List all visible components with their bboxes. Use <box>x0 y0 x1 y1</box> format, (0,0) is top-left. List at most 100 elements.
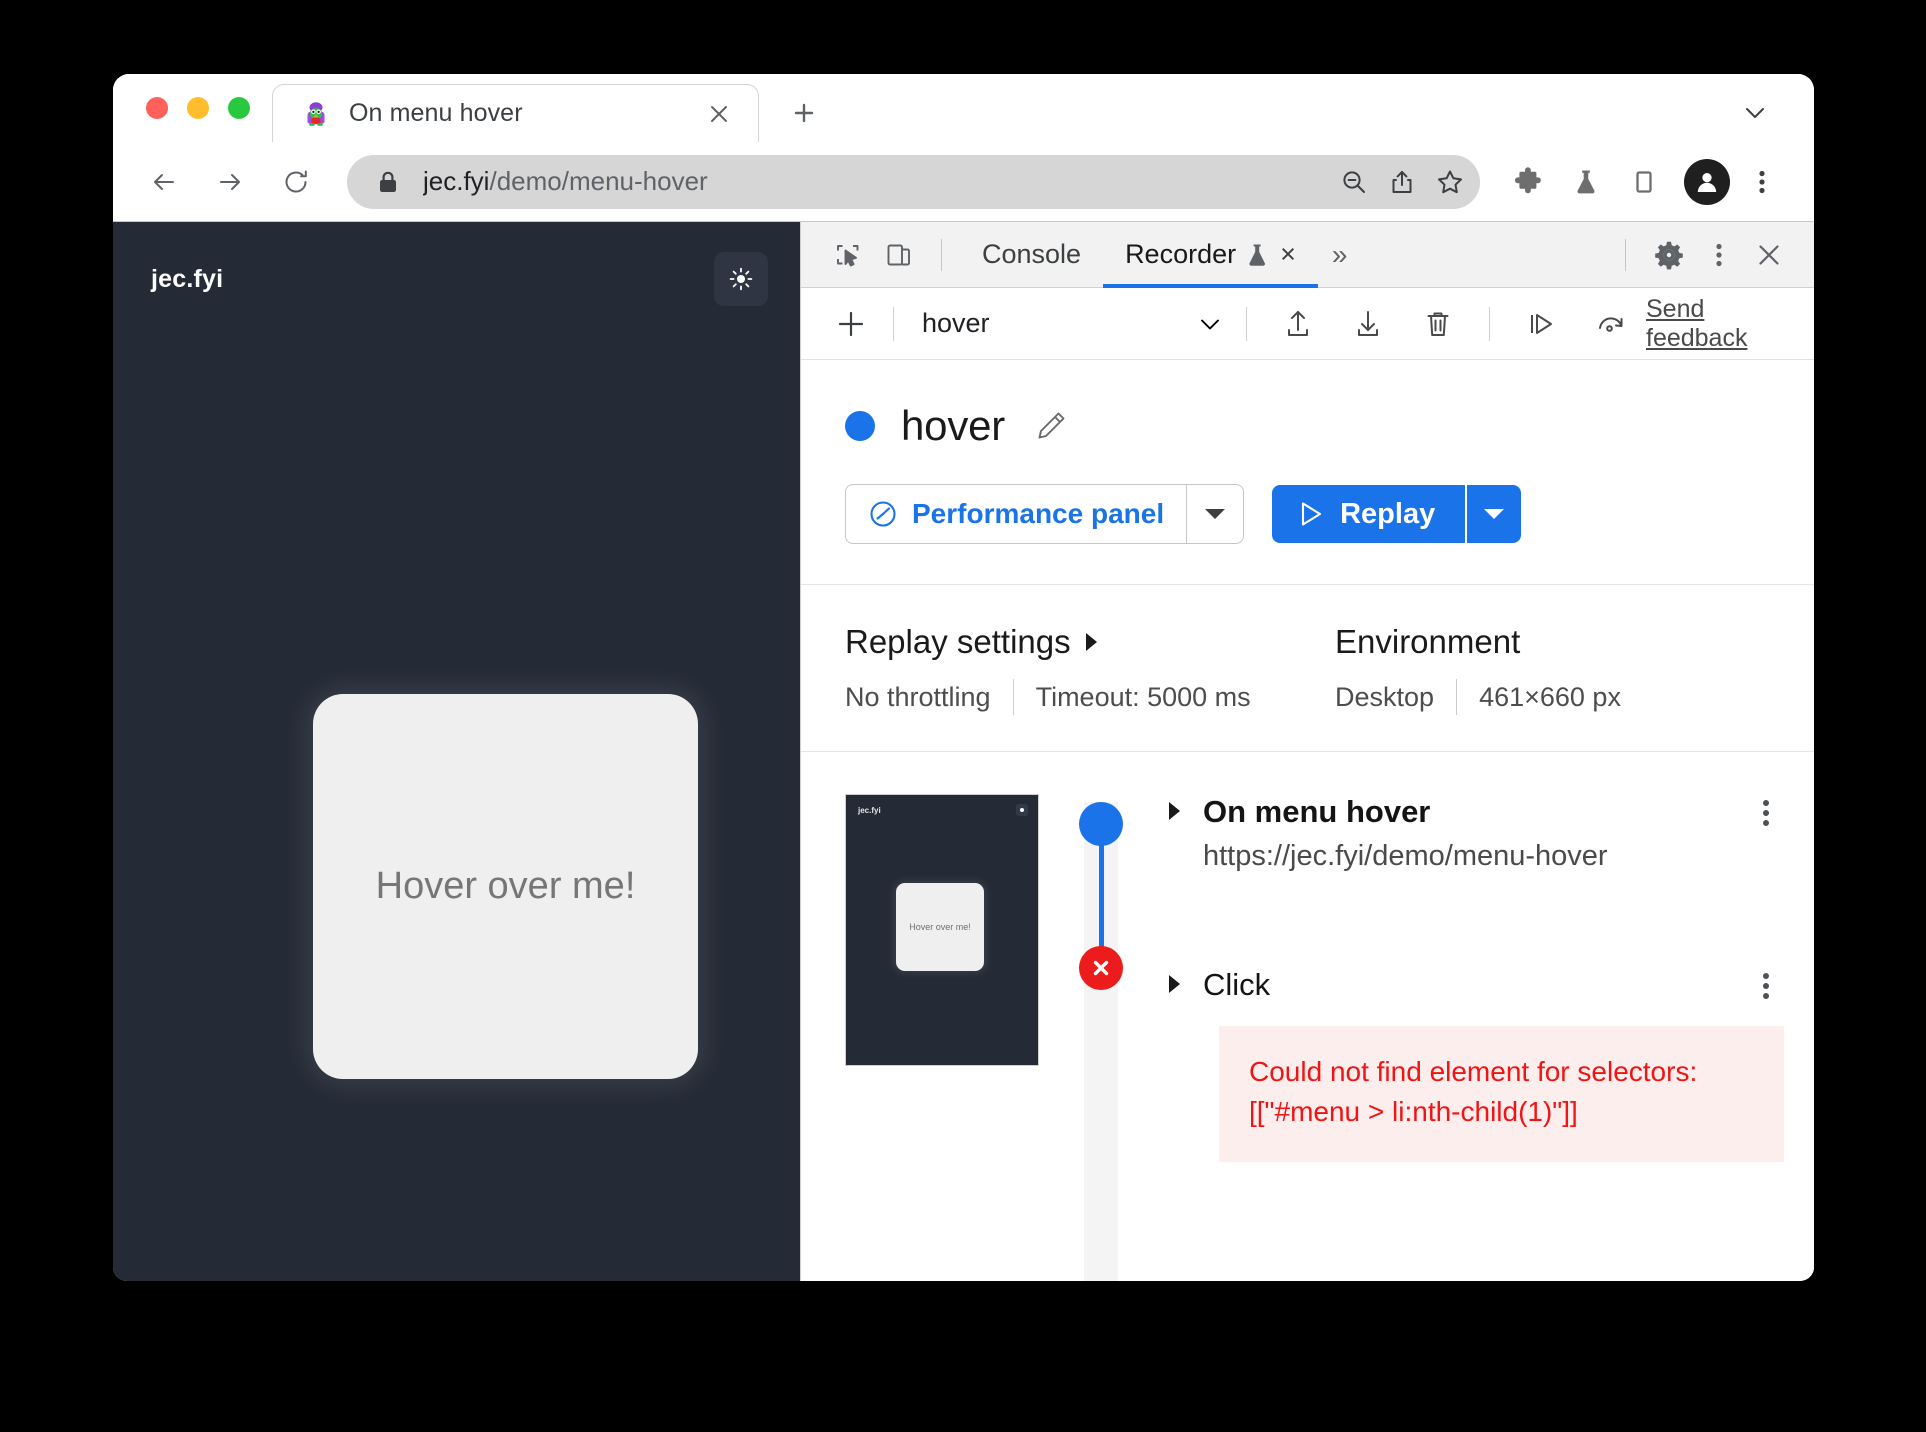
zoom-out-icon[interactable] <box>1330 158 1378 206</box>
more-tabs-icon[interactable]: » <box>1318 239 1362 271</box>
flask-icon <box>1246 242 1268 268</box>
performance-panel-button[interactable]: Performance panel <box>845 484 1245 544</box>
chevron-down-icon[interactable] <box>1467 485 1522 543</box>
caret-right-icon <box>1083 631 1099 653</box>
screenshot-root: On menu hover jec.fyi/demo/menu-hover je… <box>0 0 1926 1432</box>
hover-target-card[interactable]: Hover over me! <box>313 694 698 1079</box>
environment-device: Desktop <box>1335 681 1435 712</box>
window-minimize-button[interactable] <box>187 97 209 119</box>
delete-trash-icon[interactable] <box>1411 297 1465 351</box>
browser-toolbar: jec.fyi/demo/menu-hover <box>113 142 1814 222</box>
hover-card-label: Hover over me! <box>375 865 636 907</box>
replay-button[interactable]: Replay <box>1272 485 1522 543</box>
step-replay-icon[interactable] <box>1514 297 1568 351</box>
timeout-value: Timeout: 5000 ms <box>1035 681 1251 712</box>
caret-right-icon[interactable] <box>1159 794 1189 822</box>
step-marker-start[interactable] <box>1079 802 1123 846</box>
performance-gauge-icon <box>868 499 898 529</box>
side-panel-icon[interactable] <box>1618 156 1670 208</box>
settings-strip: Replay settings No throttling Timeout: 5… <box>801 585 1814 752</box>
content-split: jec.fyi Hover over me! Console Recorder … <box>113 222 1814 1281</box>
chevron-down-icon <box>1196 310 1224 338</box>
step-body: Click <box>1189 967 1748 1003</box>
kebab-icon[interactable] <box>1748 794 1784 828</box>
tab-recorder[interactable]: Recorder × <box>1103 222 1318 288</box>
new-tab-button[interactable] <box>775 84 833 142</box>
steps-rail <box>1071 794 1131 1281</box>
bookmark-star-icon[interactable] <box>1426 158 1474 206</box>
pencil-edit-icon[interactable] <box>1031 406 1071 446</box>
reload-icon[interactable] <box>267 153 325 211</box>
recording-header: hover Performance panel Replay <box>801 360 1814 585</box>
penguin-favicon <box>303 101 329 127</box>
device-toolbar-icon[interactable] <box>873 230 923 280</box>
close-icon[interactable] <box>1744 230 1794 280</box>
send-feedback-link[interactable]: Send feedback <box>1646 295 1788 353</box>
back-icon[interactable] <box>135 153 193 211</box>
close-icon[interactable]: × <box>1280 239 1296 270</box>
devtools-tab-bar-right <box>1607 230 1794 280</box>
recording-actions: Performance panel Replay <box>845 484 1814 544</box>
replay-settings-section: Replay settings No throttling Timeout: 5… <box>845 623 1335 715</box>
replay-settings-label: Replay settings <box>845 623 1071 660</box>
toolbar-divider <box>1489 306 1490 341</box>
import-download-icon[interactable] <box>1341 297 1395 351</box>
page-brand-label: jec.fyi <box>151 264 224 293</box>
address-bar[interactable]: jec.fyi/demo/menu-hover <box>347 154 1480 209</box>
thumbnail-brand-label: jec.fyi <box>858 806 881 815</box>
recording-name: hover <box>901 402 1006 449</box>
inspect-cursor-icon[interactable] <box>823 230 873 280</box>
recording-status-dot <box>845 411 875 441</box>
step-url: https://jec.fyi/demo/menu-hover <box>1203 839 1608 872</box>
thumbnail-hover-card: Hover over me! <box>896 883 984 971</box>
recording-title-row: hover <box>845 402 1814 450</box>
sun-icon[interactable] <box>714 252 768 306</box>
export-upload-icon[interactable] <box>1271 297 1325 351</box>
kebab-icon[interactable] <box>1748 967 1784 1001</box>
browser-tab[interactable]: On menu hover <box>272 84 759 142</box>
step-screenshot-thumbnail[interactable]: jec.fyi Hover over me! <box>845 794 1039 1066</box>
value-divider <box>1456 679 1458 715</box>
recording-select[interactable]: hover <box>910 298 1230 350</box>
environment-label: Environment <box>1335 623 1521 660</box>
tab-console[interactable]: Console <box>960 222 1103 288</box>
replay-settings-header[interactable]: Replay settings <box>845 623 1335 661</box>
page-viewport: jec.fyi Hover over me! <box>113 222 801 1281</box>
forward-icon[interactable] <box>201 153 259 211</box>
extensions-puzzle-icon[interactable] <box>1502 156 1554 208</box>
step-title: On menu hover <box>1203 794 1431 829</box>
add-recording-button[interactable] <box>825 298 877 350</box>
experiments-flask-icon[interactable] <box>1560 156 1612 208</box>
recorder-toolbar: hover Send feedback <box>801 288 1814 360</box>
window-maximize-button[interactable] <box>228 97 250 119</box>
throttling-value: No throttling <box>845 681 991 712</box>
kebab-icon[interactable] <box>1694 230 1744 280</box>
close-icon[interactable] <box>702 97 736 131</box>
replay-button-main[interactable]: Replay <box>1272 485 1466 543</box>
window-close-button[interactable] <box>146 97 168 119</box>
step-item[interactable]: Click <box>1159 967 1784 1003</box>
steps-area: jec.fyi Hover over me! On menu hover htt… <box>801 752 1814 1281</box>
window-traffic-lights <box>113 74 272 142</box>
environment-values: Desktop 461×660 px <box>1335 679 1814 715</box>
share-icon[interactable] <box>1378 158 1426 206</box>
record-again-icon[interactable] <box>1584 297 1638 351</box>
caret-right-icon[interactable] <box>1159 967 1189 995</box>
step-spacer <box>1159 873 1784 967</box>
play-triangle-icon <box>1298 500 1324 528</box>
chevron-down-icon[interactable] <box>1187 485 1243 543</box>
step-item[interactable]: On menu hover https://jec.fyi/demo/menu-… <box>1159 794 1784 873</box>
lock-icon <box>375 169 401 195</box>
replay-button-label: Replay <box>1340 497 1436 530</box>
performance-panel-main[interactable]: Performance panel <box>846 485 1186 543</box>
browser-menu-kebab-icon[interactable] <box>1740 156 1784 208</box>
environment-section: Environment Desktop 461×660 px <box>1335 623 1814 715</box>
profile-avatar-icon[interactable] <box>1684 158 1730 205</box>
steps-list: On menu hover https://jec.fyi/demo/menu-… <box>1131 794 1814 1281</box>
gear-icon[interactable] <box>1644 230 1694 280</box>
toolbar-divider <box>1625 238 1626 271</box>
step-error-message: Could not find element for selectors: [[… <box>1219 1026 1784 1162</box>
chevron-down-icon[interactable] <box>1732 90 1778 136</box>
sun-icon <box>1016 804 1028 816</box>
step-marker-error[interactable] <box>1079 946 1123 990</box>
